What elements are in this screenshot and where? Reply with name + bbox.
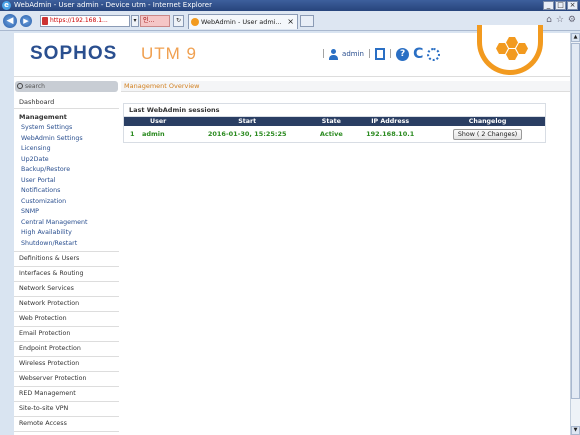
document-icon[interactable] — [375, 48, 386, 60]
sidebar-item-site-to-site-vpn[interactable]: Site-to-site VPN — [14, 402, 119, 417]
sidebar-item-dashboard[interactable]: Dashboard — [14, 95, 119, 109]
window-controls: _ □ × — [543, 1, 578, 10]
management-subitems: System Settings WebAdmin Settings Licens… — [14, 123, 119, 249]
search-placeholder: search — [25, 83, 45, 90]
scrollbar-thumb[interactable] — [571, 43, 580, 399]
url-text: https://192.168.1... — [50, 17, 108, 24]
star-icon[interactable]: ☆ — [556, 15, 564, 25]
maximize-button[interactable]: □ — [555, 1, 566, 10]
sidebar-item-management[interactable]: Management — [14, 111, 119, 123]
address-dropdown-button[interactable]: ▾ — [131, 15, 139, 27]
sidebar-item-red-management[interactable]: RED Management — [14, 387, 119, 402]
sidebar-item-webserver-protection[interactable]: Webserver Protection — [14, 372, 119, 387]
sidebar-item-endpoint-protection[interactable]: Endpoint Protection — [14, 342, 119, 357]
sidebar-subitem-notifications[interactable]: Notifications — [14, 186, 119, 197]
tab-close-icon[interactable]: × — [287, 15, 294, 29]
show-changes-button[interactable]: Show ( 2 Changes) — [452, 128, 523, 140]
scroll-up-icon[interactable]: ▲ — [571, 33, 580, 42]
row-start: 2016-01-30, 15:25:25 — [207, 130, 287, 138]
sidebar-item-remote-access[interactable]: Remote Access — [14, 417, 119, 432]
column-header-changelog: Changelog — [430, 117, 545, 126]
sessions-panel: Last WebAdmin sessions User Start State … — [123, 103, 546, 143]
certificate-error-button[interactable]: 인... — [140, 15, 170, 27]
sidebar-item-wireless-protection[interactable]: Wireless Protection — [14, 357, 119, 372]
page-content: SOPHOS UTM 9 | admin | | ? C search Dash… — [14, 25, 570, 435]
address-input[interactable]: https://192.168.1... — [40, 15, 130, 27]
header-tools: | admin | | ? C — [322, 45, 441, 63]
vertical-scrollbar[interactable]: ▲ ▼ — [570, 33, 580, 435]
column-header-start: Start — [182, 117, 313, 126]
search-input[interactable]: search — [15, 81, 118, 92]
sidebar-subitem-shutdown-restart[interactable]: Shutdown/Restart — [14, 239, 119, 250]
sidebar-item-email-protection[interactable]: Email Protection — [14, 327, 119, 342]
sidebar-subitem-central-management[interactable]: Central Management — [14, 218, 119, 229]
sidebar-subitem-licensing[interactable]: Licensing — [14, 144, 119, 155]
column-header-ip-address: IP Address — [350, 117, 431, 126]
reload-icon[interactable]: C — [413, 47, 423, 61]
sidebar-subitem-webadmin-settings[interactable]: WebAdmin Settings — [14, 134, 119, 145]
minimize-button[interactable]: _ — [543, 1, 554, 10]
table-row: 1 admin 2016-01-30, 15:25:25 Active 192.… — [124, 126, 545, 142]
certificate-error-text: 인... — [143, 17, 155, 24]
tab-title: WebAdmin - User admi... — [201, 18, 282, 26]
help-icon[interactable]: ? — [396, 47, 410, 61]
column-header-state: State — [312, 117, 351, 126]
forward-icon[interactable]: ▶ — [20, 15, 32, 27]
row-ip-address: 192.168.10.1 — [366, 130, 415, 138]
window-title: WebAdmin - User admin - Device utm - Int… — [14, 1, 212, 9]
tab-webadmin[interactable]: WebAdmin - User admi... × — [188, 14, 298, 29]
scroll-down-icon[interactable]: ▼ — [571, 426, 580, 435]
search-icon — [17, 83, 23, 89]
sidebar-subitem-customization[interactable]: Customization — [14, 197, 119, 208]
new-tab-button[interactable] — [300, 15, 314, 27]
sessions-table: User Start State IP Address Changelog 1 … — [124, 117, 545, 142]
sidebar-subitem-system-settings[interactable]: System Settings — [14, 123, 119, 134]
ie-icon: e — [2, 1, 11, 10]
sidebar: search Dashboard Management System Setti… — [14, 79, 119, 435]
panel-title: Last WebAdmin sessions — [124, 104, 545, 117]
sidebar-item-web-protection[interactable]: Web Protection — [14, 312, 119, 327]
sophos-tab-icon — [191, 18, 199, 26]
gear-icon[interactable]: ⚙ — [568, 15, 576, 25]
lock-icon — [42, 17, 48, 25]
sidebar-item-interfaces-routing[interactable]: Interfaces & Routing — [14, 267, 119, 282]
sophos-hex-badge-icon — [477, 25, 543, 75]
home-icon[interactable]: ⌂ — [546, 15, 552, 25]
sidebar-subitem-high-availability[interactable]: High Availability — [14, 228, 119, 239]
username-label[interactable]: admin — [342, 50, 364, 58]
close-button[interactable]: × — [567, 1, 578, 10]
sidebar-subitem-snmp[interactable]: SNMP — [14, 207, 119, 218]
refresh-button[interactable]: ↻ — [173, 15, 184, 27]
sidebar-subitem-user-portal[interactable]: User Portal — [14, 176, 119, 187]
column-header-user: User — [136, 117, 182, 126]
row-user: admin — [142, 130, 165, 138]
sidebar-item-definitions-users[interactable]: Definitions & Users — [14, 252, 119, 267]
row-state: Active — [319, 130, 343, 138]
sophos-logo: SOPHOS — [30, 43, 118, 64]
back-icon[interactable]: ◀ — [3, 14, 17, 28]
table-header-row: User Start State IP Address Changelog — [124, 117, 545, 126]
app-header: SOPHOS UTM 9 | admin | | ? C — [14, 25, 570, 77]
window-titlebar: e WebAdmin - User admin - Device utm - I… — [0, 0, 580, 11]
sidebar-sections: Definitions & Users Interfaces & Routing… — [14, 251, 119, 432]
browser-right-icons: ⌂ ☆ ⚙ — [546, 15, 576, 25]
sidebar-subitem-backup-restore[interactable]: Backup/Restore — [14, 165, 119, 176]
breadcrumb-text[interactable]: Management Overview — [124, 82, 200, 90]
sidebar-item-network-services[interactable]: Network Services — [14, 282, 119, 297]
sidebar-subitem-up2date[interactable]: Up2Date — [14, 155, 119, 166]
row-number: 1 — [130, 130, 135, 138]
sidebar-item-network-protection[interactable]: Network Protection — [14, 297, 119, 312]
user-icon[interactable] — [329, 48, 339, 60]
spinner-icon — [427, 47, 441, 61]
product-name: UTM 9 — [141, 44, 197, 63]
breadcrumb: Management Overview — [121, 81, 570, 92]
